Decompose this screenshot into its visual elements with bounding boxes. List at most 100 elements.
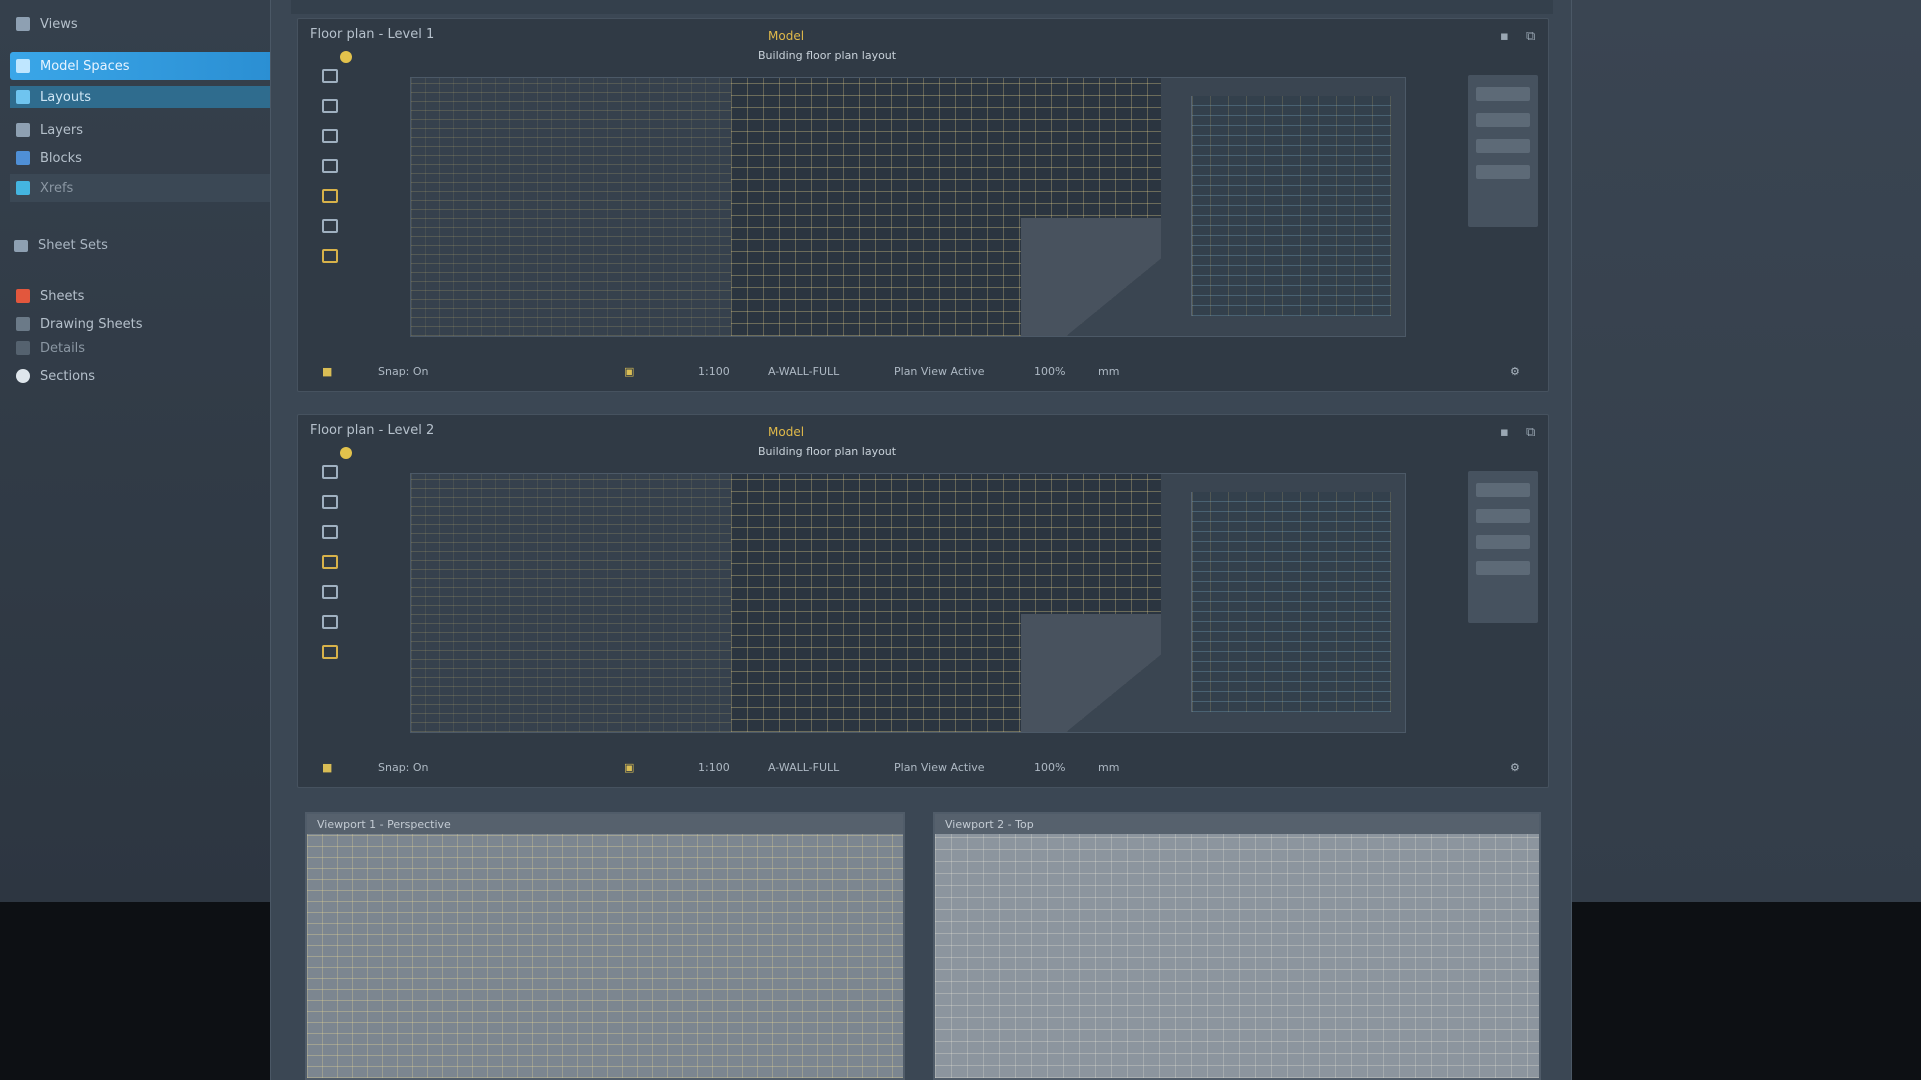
measure-tool-icon[interactable] — [322, 219, 338, 233]
viewport-canvas[interactable] — [935, 834, 1539, 1078]
rectangle-tool-icon[interactable] — [322, 99, 338, 113]
copy-tool-icon[interactable] — [322, 129, 338, 143]
select-tool-icon[interactable] — [322, 465, 338, 479]
maximize-icon[interactable]: ⧉ — [1526, 29, 1535, 44]
select-tool-icon[interactable] — [322, 69, 338, 83]
status-bar: ■ Snap: On ▣ 1:100 A-WALL-FULL Plan View… — [298, 747, 1548, 787]
status-grid-icon[interactable]: ▣ — [624, 365, 634, 378]
drawing-panel-1[interactable]: Floor plan - Level 1 Model Building floo… — [297, 18, 1549, 392]
sidebar-item-label: Model Spaces — [40, 58, 130, 74]
sheet-icon — [16, 289, 30, 303]
status-indicator-icon: ■ — [322, 365, 333, 378]
sun-icon[interactable] — [340, 447, 352, 459]
status-units[interactable]: mm — [1098, 761, 1119, 774]
panel-badge: Model — [768, 29, 805, 43]
viewport-1[interactable]: Viewport 1 - Perspective — [305, 812, 905, 1080]
settings-icon[interactable]: ⚙ — [1510, 761, 1520, 774]
maximize-icon[interactable]: ⧉ — [1526, 425, 1535, 440]
drawing-panel-2[interactable]: Floor plan - Level 2 Model Building floo… — [297, 414, 1549, 788]
toolbar-vertical — [318, 69, 342, 263]
sidebar-section-label: Sheet Sets — [38, 238, 108, 253]
sidebar-item-views[interactable]: Views — [10, 10, 270, 38]
link-tool-icon[interactable] — [322, 615, 338, 629]
properties-card[interactable] — [1468, 75, 1538, 227]
top-bar — [291, 0, 1553, 14]
sidebar-item-layers[interactable]: Layers — [10, 116, 270, 144]
panel-subtitle: Building floor plan layout — [758, 49, 897, 62]
status-scale[interactable]: 1:100 — [698, 761, 730, 774]
floor-plan-drawing — [731, 78, 1161, 336]
detail-sheet — [1191, 492, 1391, 712]
minimize-icon[interactable]: ▪ — [1500, 425, 1509, 440]
status-view[interactable]: Plan View Active — [894, 365, 985, 378]
sidebar-item-blocks[interactable]: Blocks — [10, 144, 270, 172]
status-scale[interactable]: 1:100 — [698, 365, 730, 378]
status-indicator-icon: ■ — [322, 761, 333, 774]
measure-tool-icon[interactable] — [322, 585, 338, 599]
views-icon — [16, 17, 30, 31]
xrefs-icon — [16, 181, 30, 195]
sidebar-section-sheet-sets[interactable]: Sheet Sets — [14, 238, 108, 253]
layer-tool-icon[interactable] — [322, 555, 338, 569]
sidebar-item-sheets[interactable]: Sheets — [10, 282, 270, 310]
drawing-icon — [16, 317, 30, 331]
status-snap[interactable]: Snap: On — [378, 365, 429, 378]
main-frame: Floor plan - Level 1 Model Building floo… — [270, 0, 1572, 1080]
drawing-canvas[interactable] — [410, 77, 1406, 337]
rectangle-tool-icon[interactable] — [322, 495, 338, 509]
properties-card[interactable] — [1468, 471, 1538, 623]
model-icon — [16, 59, 30, 73]
layout-icon — [16, 90, 30, 104]
stack-tool-icon[interactable] — [322, 249, 338, 263]
floor-plan-drawing — [731, 474, 1161, 732]
detail-sheet — [1191, 96, 1391, 316]
layer-tool-icon[interactable] — [322, 189, 338, 203]
sidebar-item-label: Sections — [40, 368, 96, 384]
viewport-title: Viewport 1 - Perspective — [317, 817, 451, 831]
status-grid-icon[interactable]: ▣ — [624, 761, 634, 774]
section-icon — [16, 369, 30, 383]
panel-badge: Model — [768, 425, 805, 439]
backdrop-right — [1572, 0, 1921, 902]
panel-title: Floor plan - Level 2 — [310, 423, 435, 438]
sidebar-item-label: Layers — [40, 122, 84, 138]
status-view[interactable]: Plan View Active — [894, 761, 985, 774]
copy-tool-icon[interactable] — [322, 525, 338, 539]
link-tool-icon[interactable] — [322, 159, 338, 173]
status-zoom[interactable]: 100% — [1034, 761, 1065, 774]
sidebar: Views Model Spaces Layouts Layers Blocks… — [0, 0, 270, 902]
sidebar-item-label: Xrefs — [40, 180, 74, 196]
settings-icon[interactable]: ⚙ — [1510, 365, 1520, 378]
panel-title: Floor plan - Level 1 — [310, 27, 435, 42]
status-units[interactable]: mm — [1098, 365, 1119, 378]
sidebar-item-model-spaces[interactable]: Model Spaces — [10, 52, 270, 80]
status-snap[interactable]: Snap: On — [378, 761, 429, 774]
drawing-canvas[interactable] — [410, 473, 1406, 733]
sidebar-item-xrefs[interactable]: Xrefs — [10, 174, 270, 202]
stack-tool-icon[interactable] — [322, 645, 338, 659]
sidebar-item-label: Blocks — [40, 150, 82, 166]
panel-subtitle: Building floor plan layout — [758, 445, 897, 458]
blocks-icon — [16, 151, 30, 165]
sidebar-item-layouts[interactable]: Layouts — [10, 86, 270, 108]
status-layer[interactable]: A-WALL-FULL — [768, 761, 839, 774]
viewport-2[interactable]: Viewport 2 - Top — [933, 812, 1541, 1080]
viewport-title: Viewport 2 - Top — [945, 817, 1034, 831]
sidebar-item-details[interactable]: Details — [10, 334, 270, 362]
sidebar-item-label: Drawing Sheets — [40, 316, 143, 332]
sidebar-item-label: Sheets — [40, 288, 85, 304]
status-bar: ■ Snap: On ▣ 1:100 A-WALL-FULL Plan View… — [298, 351, 1548, 391]
status-zoom[interactable]: 100% — [1034, 365, 1065, 378]
sidebar-item-label: Layouts — [40, 89, 91, 105]
sun-icon[interactable] — [340, 51, 352, 63]
sidebar-item-label: Views — [40, 16, 78, 32]
viewport-canvas[interactable] — [307, 834, 903, 1078]
viewport-header: Viewport 2 - Top — [935, 814, 1539, 834]
sidebar-item-label: Details — [40, 340, 86, 356]
sidebar-item-sections[interactable]: Sections — [10, 362, 270, 390]
status-layer[interactable]: A-WALL-FULL — [768, 365, 839, 378]
sheet-set-icon — [14, 239, 28, 252]
viewport-header: Viewport 1 - Perspective — [307, 814, 903, 834]
minimize-icon[interactable]: ▪ — [1500, 29, 1509, 44]
details-icon — [16, 341, 30, 355]
